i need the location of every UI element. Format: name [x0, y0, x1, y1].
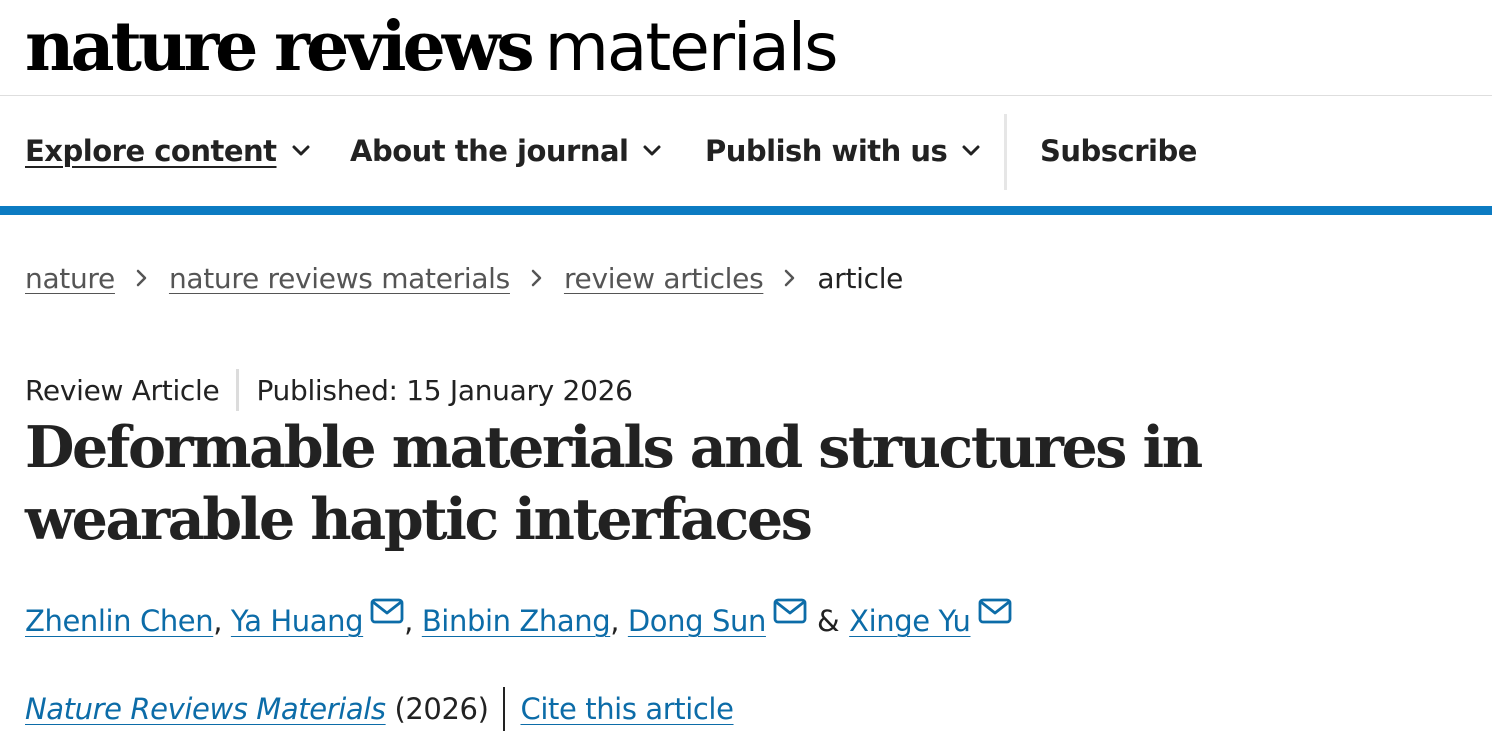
author-ampersand: & — [816, 604, 840, 638]
main-nav: Explore content About the journal Publis… — [0, 96, 1492, 206]
nav-about-journal-label: About the journal — [350, 134, 629, 168]
article-meta: Review Article Published: 15 January 202… — [25, 368, 633, 412]
author-link[interactable]: Zhenlin Chen — [25, 604, 214, 638]
author-link[interactable]: Dong Sun — [628, 604, 766, 638]
breadcrumb-nature[interactable]: nature — [25, 262, 115, 295]
author-separator: , — [213, 604, 223, 638]
chevron-down-icon — [642, 141, 662, 161]
breadcrumb-current: article — [817, 261, 904, 295]
nav-about-journal[interactable]: About the journal — [350, 133, 662, 169]
journal-logo[interactable]: nature reviews materials — [25, 2, 839, 92]
mail-icon[interactable] — [773, 598, 807, 624]
nav-subscribe[interactable]: Subscribe — [1040, 133, 1197, 169]
logo-bold-text: nature reviews — [25, 7, 535, 87]
nav-subscribe-label: Subscribe — [1040, 134, 1197, 168]
publication-year: (2026) — [394, 692, 489, 726]
chevron-right-icon — [530, 269, 544, 287]
nav-separator — [1004, 114, 1007, 190]
author-separator: , — [610, 604, 620, 638]
meta-divider — [236, 369, 240, 411]
mail-icon[interactable] — [978, 598, 1012, 624]
author-link[interactable]: Xinge Yu — [849, 604, 971, 638]
chevron-down-icon — [291, 141, 311, 161]
author-list: Zhenlin Chen , Ya Huang , Binbin Zhang ,… — [25, 596, 1012, 646]
article-type: Review Article — [25, 373, 220, 407]
chevron-right-icon — [783, 269, 797, 287]
cite-this-article-link[interactable]: Cite this article — [520, 692, 733, 726]
breadcrumb-journal[interactable]: nature reviews materials — [169, 262, 510, 295]
published-date: Published: 15 January 2026 — [256, 373, 633, 407]
chevron-down-icon — [961, 141, 981, 161]
logo-light-text: materials — [544, 9, 839, 86]
author-link[interactable]: Binbin Zhang — [422, 604, 611, 638]
article-title: Deformable materials and structures in w… — [25, 414, 1203, 553]
breadcrumb-review-articles[interactable]: review articles — [564, 262, 764, 295]
author-separator: , — [404, 604, 413, 638]
nav-explore-content-label: Explore content — [25, 134, 277, 168]
nav-publish-with-us[interactable]: Publish with us — [705, 133, 981, 169]
nav-explore-content[interactable]: Explore content — [25, 133, 311, 169]
citation-line: Nature Reviews Materials (2026) Cite thi… — [25, 686, 734, 732]
mail-icon[interactable] — [370, 598, 404, 624]
chevron-right-icon — [135, 269, 149, 287]
author-link[interactable]: Ya Huang — [231, 604, 364, 638]
citation-divider — [503, 687, 506, 731]
journal-link[interactable]: Nature Reviews Materials — [25, 692, 386, 726]
nav-accent-bar — [0, 206, 1492, 215]
nav-publish-with-us-label: Publish with us — [705, 134, 948, 168]
breadcrumb: nature nature reviews materials review a… — [25, 257, 903, 299]
